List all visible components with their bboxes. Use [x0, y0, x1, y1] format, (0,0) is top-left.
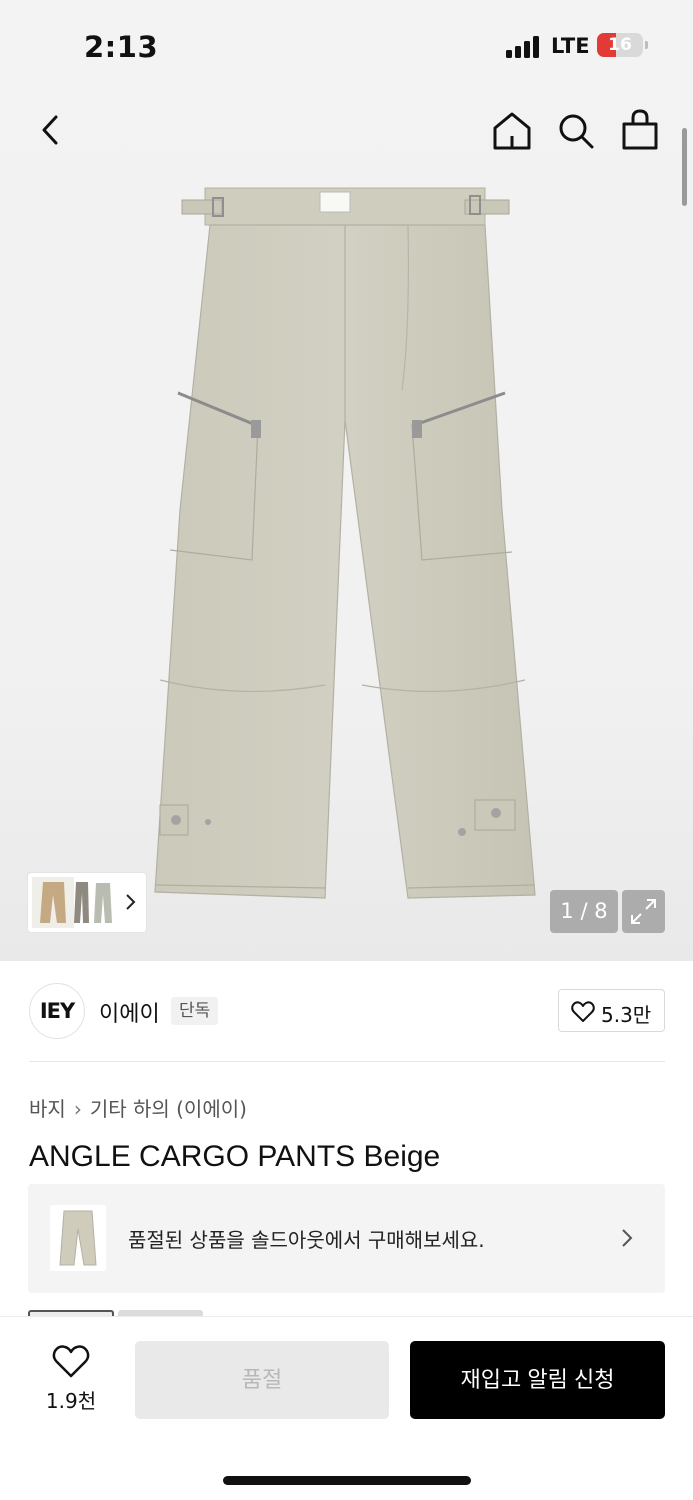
product-title: ANGLE CARGO PANTS Beige: [29, 1140, 441, 1173]
product-image-gallery[interactable]: 2:13 LTE 16 1 / 8: [0, 0, 693, 961]
color-thumbnail-strip[interactable]: [28, 873, 146, 932]
status-bar: 2:13 LTE 16: [0, 0, 693, 92]
back-button[interactable]: [32, 110, 72, 150]
brand-like-button[interactable]: 5.3만: [558, 989, 665, 1032]
banner-text: 품절된 상품을 솔드아웃에서 구매해보세요.: [128, 1228, 485, 1252]
image-counter: 1 / 8: [550, 890, 618, 933]
chevron-right-icon: [126, 894, 136, 910]
product-photo: [154, 187, 536, 899]
home-indicator: [223, 1476, 471, 1485]
heart-icon: [52, 1345, 90, 1378]
soldout-button: 품절: [135, 1341, 389, 1419]
banner-product-thumbnail: [50, 1205, 106, 1271]
breadcrumb: 바지 › 기타 하의 (이에이): [29, 1093, 247, 1122]
status-time: 2:13: [84, 30, 159, 64]
chevron-right-icon: ›: [73, 1097, 82, 1121]
wishlist-count: 1.9천: [45, 1389, 97, 1413]
bottom-action-bar: 1.9천 품절 재입고 알림 신청: [0, 1316, 693, 1500]
expand-icon: [631, 899, 656, 924]
network-type: LTE: [551, 34, 590, 58]
chevron-right-icon: [622, 1229, 633, 1247]
soldout-marketplace-banner[interactable]: 품절된 상품을 솔드아웃에서 구매해보세요.: [28, 1184, 665, 1293]
cart-button[interactable]: [620, 108, 660, 152]
chevron-left-icon: [42, 115, 58, 145]
brand-like-count: 5.3만: [601, 1003, 652, 1027]
battery-nub: [645, 41, 648, 49]
battery-icon: 16: [597, 33, 643, 57]
restock-alert-button[interactable]: 재입고 알림 신청: [410, 1341, 665, 1419]
heart-icon: [571, 1001, 595, 1022]
home-icon: [493, 112, 531, 150]
wishlist-button[interactable]: 1.9천: [28, 1345, 114, 1415]
search-button[interactable]: [556, 110, 596, 152]
color-thumbnails: [32, 877, 112, 928]
brand-logo[interactable]: IEY: [29, 983, 85, 1039]
signal-strength-icon: [506, 36, 542, 58]
expand-button[interactable]: [622, 890, 665, 933]
scroll-indicator: [682, 128, 687, 206]
breadcrumb-item-other-bottoms[interactable]: 기타 하의 (이에이): [90, 1097, 247, 1121]
battery-level: 16: [608, 35, 632, 55]
shopping-bag-icon: [622, 109, 658, 150]
exclusive-badge: 단독: [171, 997, 219, 1025]
home-button[interactable]: [492, 110, 532, 152]
brand-name[interactable]: 이에이: [99, 996, 160, 1028]
search-icon: [559, 114, 594, 149]
divider: [29, 1061, 665, 1062]
breadcrumb-item-pants[interactable]: 바지: [29, 1097, 66, 1121]
